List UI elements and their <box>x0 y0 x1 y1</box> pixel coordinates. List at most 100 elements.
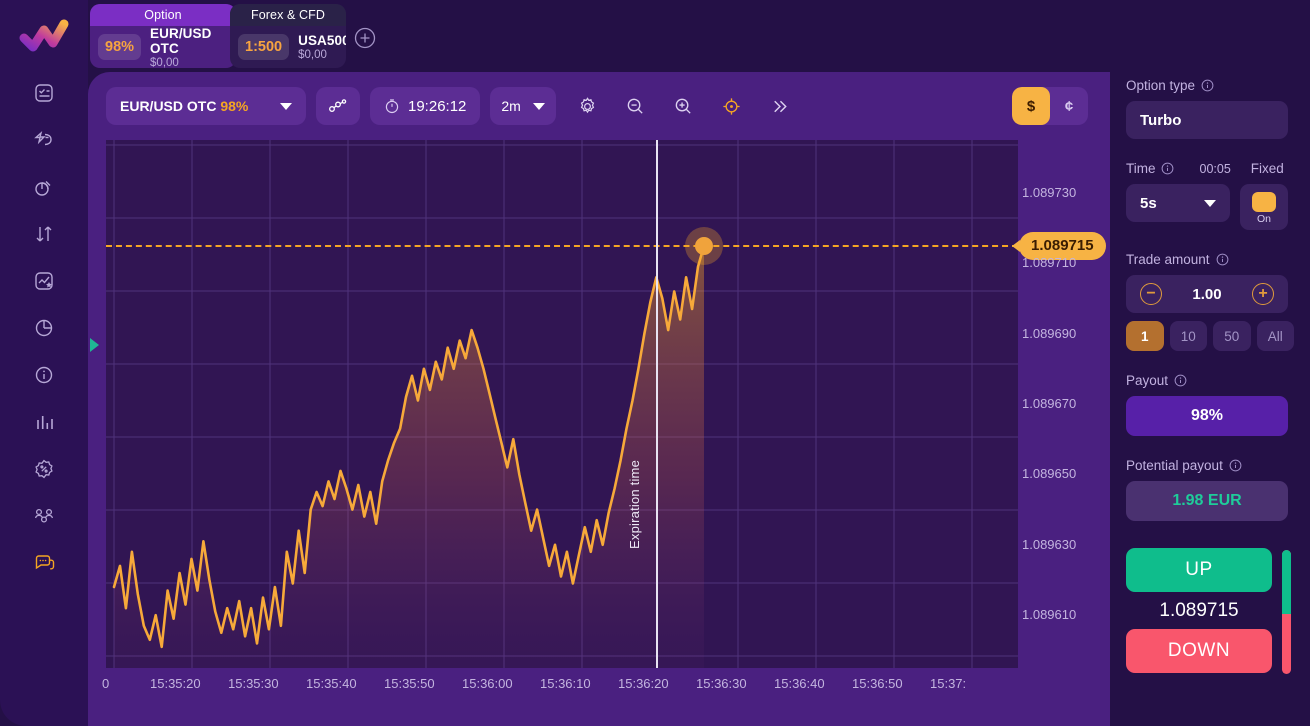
trading-platform: Option 98% EUR/USD OTC $0,00 Forex & CFD… <box>0 0 1310 726</box>
x-axis-tick: 0 <box>102 676 109 691</box>
asset-selector[interactable]: EUR/USD OTC 98% <box>106 87 306 125</box>
line-chart-icon <box>327 95 349 117</box>
session-timer-value: 19:26:12 <box>408 98 466 115</box>
y-axis-tick: 1.089650 <box>1022 466 1076 481</box>
trade-amount-value[interactable]: 1.00 <box>1192 286 1221 303</box>
platform-logo[interactable] <box>16 16 72 60</box>
chart-toolbar: EUR/USD OTC 98% 19:26:12 2m <box>88 72 1110 140</box>
chevron-down-icon <box>1204 200 1216 207</box>
currency-dollar-button[interactable]: $ <box>1012 87 1050 125</box>
trade-current-price: 1.089715 <box>1126 592 1272 629</box>
x-axis-tick: 15:35:40 <box>306 676 357 691</box>
x-axis-tick: 15:36:40 <box>774 676 825 691</box>
session-timer[interactable]: 19:26:12 <box>370 87 480 125</box>
payout-value: 98% <box>1126 396 1288 436</box>
pie-chart-icon[interactable] <box>27 311 61 345</box>
crosshair-target-icon[interactable] <box>714 89 748 123</box>
chat-icon[interactable] <box>27 546 61 580</box>
chevron-double-right-icon[interactable] <box>762 89 796 123</box>
toggle-knob <box>1252 192 1276 212</box>
down-button[interactable]: DOWN <box>1126 629 1272 673</box>
portfolio-icon[interactable] <box>27 170 61 204</box>
currency-cent-button[interactable]: ¢ <box>1050 87 1088 125</box>
tab-option[interactable]: Option 98% EUR/USD OTC $0,00 <box>90 4 236 68</box>
tab-forex-header: Forex & CFD <box>230 4 346 26</box>
tab-forex-cfd[interactable]: Forex & CFD 1:500 USA500 $0,00 <box>230 4 346 68</box>
y-axis-tick: 1.089610 <box>1022 607 1076 622</box>
tab-forex-instrument: USA500 <box>298 33 346 48</box>
quick-amount-50[interactable]: 50 <box>1213 321 1251 351</box>
price-chart[interactable]: Expiration time <box>106 140 1018 668</box>
info-icon[interactable] <box>1161 162 1174 175</box>
info-icon[interactable] <box>1216 253 1229 266</box>
quick-amount-all[interactable]: All <box>1257 321 1295 351</box>
tab-option-payout-badge: 98% <box>98 34 141 60</box>
asset-selector-name: EUR/USD OTC <box>120 98 216 114</box>
y-axis-tick: 1.089670 <box>1022 396 1076 411</box>
sentiment-bar-up <box>1282 550 1291 614</box>
x-axis-tick: 15:37: <box>930 676 966 691</box>
x-axis-tick: 15:36:30 <box>696 676 747 691</box>
timeframe-selector[interactable]: 2m <box>490 87 556 125</box>
y-axis-tick: 1.089690 <box>1022 326 1076 341</box>
option-type-value: Turbo <box>1140 112 1181 129</box>
trade-buttons: UP 1.089715 DOWN <box>1126 548 1302 673</box>
chart-type-button[interactable] <box>316 87 360 125</box>
people-icon[interactable] <box>27 499 61 533</box>
up-button[interactable]: UP <box>1126 548 1272 592</box>
chart-area: Expiration time 1.089715 1.0897301.08971… <box>106 140 1110 726</box>
potential-payout-label: Potential payout <box>1126 458 1294 473</box>
chart-x-axis: 015:35:2015:35:3015:35:4015:35:5015:36:0… <box>106 676 1110 702</box>
x-axis-tick: 15:35:50 <box>384 676 435 691</box>
sort-arrows-icon[interactable] <box>27 217 61 251</box>
amount-decrease-button[interactable]: − <box>1140 283 1162 305</box>
chart-panel: EUR/USD OTC 98% 19:26:12 2m <box>88 72 1110 726</box>
fixed-time-toggle[interactable]: On <box>1240 184 1288 230</box>
current-price-line <box>106 245 1018 247</box>
x-axis-tick: 15:36:50 <box>852 676 903 691</box>
chart-star-icon[interactable] <box>27 264 61 298</box>
tasks-icon[interactable] <box>27 76 61 110</box>
chart-y-axis: 1.0897301.0897101.0896901.0896701.089650… <box>1022 140 1110 668</box>
x-axis-tick: 15:36:00 <box>462 676 513 691</box>
info-icon[interactable] <box>27 358 61 392</box>
expiration-time-line <box>656 140 658 668</box>
x-axis-tick: 15:35:30 <box>228 676 279 691</box>
info-icon[interactable] <box>1201 79 1214 92</box>
flash-icon[interactable] <box>27 123 61 157</box>
sentiment-bar <box>1282 550 1291 674</box>
amount-increase-button[interactable]: + <box>1252 283 1274 305</box>
info-icon[interactable] <box>1229 459 1242 472</box>
chart-area-fill <box>114 246 704 668</box>
chart-svg <box>106 140 1018 668</box>
settings-gear-icon[interactable] <box>570 89 604 123</box>
expiration-time-label: Expiration time <box>627 460 642 549</box>
tab-option-body: 98% EUR/USD OTC $0,00 <box>90 26 236 68</box>
time-duration-value: 5s <box>1140 195 1157 212</box>
info-icon[interactable] <box>1174 374 1187 387</box>
bar-chart-icon[interactable] <box>27 405 61 439</box>
option-type-label: Option type <box>1126 78 1294 93</box>
trade-panel: Option type Turbo Time 00:05 Fixed 5s <box>1110 0 1310 726</box>
panel-expand-arrow-icon[interactable] <box>90 338 99 352</box>
option-type-label-text: Option type <box>1126 78 1195 93</box>
y-axis-tick: 1.089710 <box>1022 255 1076 270</box>
quick-amount-1[interactable]: 1 <box>1126 321 1164 351</box>
quick-amount-10[interactable]: 10 <box>1170 321 1208 351</box>
current-price-marker <box>695 237 713 255</box>
tab-forex-leverage-badge: 1:500 <box>238 34 289 60</box>
asset-selector-payout: 98% <box>220 98 248 114</box>
zoom-out-icon[interactable] <box>618 89 652 123</box>
time-label: Time <box>1126 161 1174 176</box>
option-type-select[interactable]: Turbo <box>1126 101 1288 139</box>
potential-payout-label-text: Potential payout <box>1126 458 1223 473</box>
zoom-in-icon[interactable] <box>666 89 700 123</box>
time-controls: 5s On <box>1126 184 1294 230</box>
tab-forex-balance: $0,00 <box>298 49 346 61</box>
add-tab-icon[interactable] <box>354 27 376 49</box>
trade-amount-label: Trade amount <box>1126 252 1294 267</box>
percent-badge-icon[interactable] <box>27 452 61 486</box>
time-duration-select[interactable]: 5s <box>1126 184 1230 222</box>
x-axis-tick: 15:36:10 <box>540 676 591 691</box>
payout-label-text: Payout <box>1126 373 1168 388</box>
